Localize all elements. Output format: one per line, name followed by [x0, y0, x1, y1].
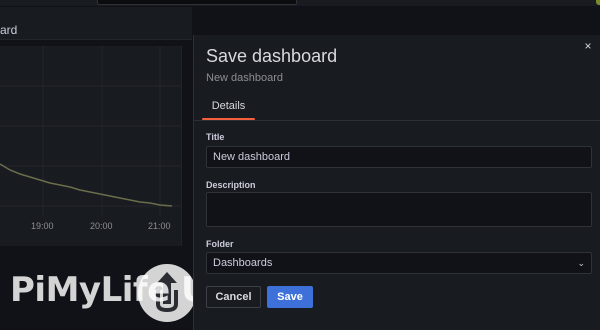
- cancel-button-label: Cancel: [215, 291, 252, 303]
- graph-panel: 19:00 20:00 21:00: [0, 46, 182, 246]
- series-line: [0, 163, 173, 207]
- save-dashboard-drawer: × Save dashboard New dashboard Details T…: [193, 35, 600, 330]
- drawer-title: Save dashboard: [206, 46, 338, 66]
- tab-label: Details: [211, 100, 246, 112]
- folder-label: Folder: [206, 239, 234, 249]
- user-avatar[interactable]: [596, 0, 600, 5]
- title-label: Title: [206, 132, 225, 142]
- x-tick-label: 20:00: [90, 221, 113, 231]
- save-button-label: Save: [277, 291, 303, 303]
- tab-divider: [194, 120, 600, 121]
- x-tick-label: 21:00: [148, 221, 171, 231]
- search-box[interactable]: [97, 0, 297, 5]
- dashboard-toolbar: ard: [0, 7, 192, 40]
- folder-select[interactable]: Dashboards ⌄: [206, 252, 592, 274]
- title-input-value: New dashboard: [213, 151, 291, 163]
- close-icon[interactable]: ×: [582, 40, 594, 52]
- drawer-subtitle: New dashboard: [206, 72, 284, 84]
- description-textarea[interactable]: [206, 192, 592, 227]
- graph-area: [0, 46, 181, 216]
- tab-details[interactable]: Details: [202, 99, 255, 120]
- title-input[interactable]: New dashboard: [206, 146, 592, 168]
- x-tick-label: 19:00: [31, 221, 54, 231]
- save-button[interactable]: Save: [267, 286, 313, 308]
- chevron-down-icon: ⌄: [577, 257, 585, 268]
- cancel-button[interactable]: Cancel: [206, 286, 261, 308]
- folder-select-value: Dashboards: [213, 257, 273, 269]
- top-navbar: [0, 0, 600, 6]
- description-label: Description: [206, 180, 256, 190]
- watermark-logo: PiMyLife Up: [10, 264, 233, 330]
- breadcrumb[interactable]: ard: [0, 23, 17, 37]
